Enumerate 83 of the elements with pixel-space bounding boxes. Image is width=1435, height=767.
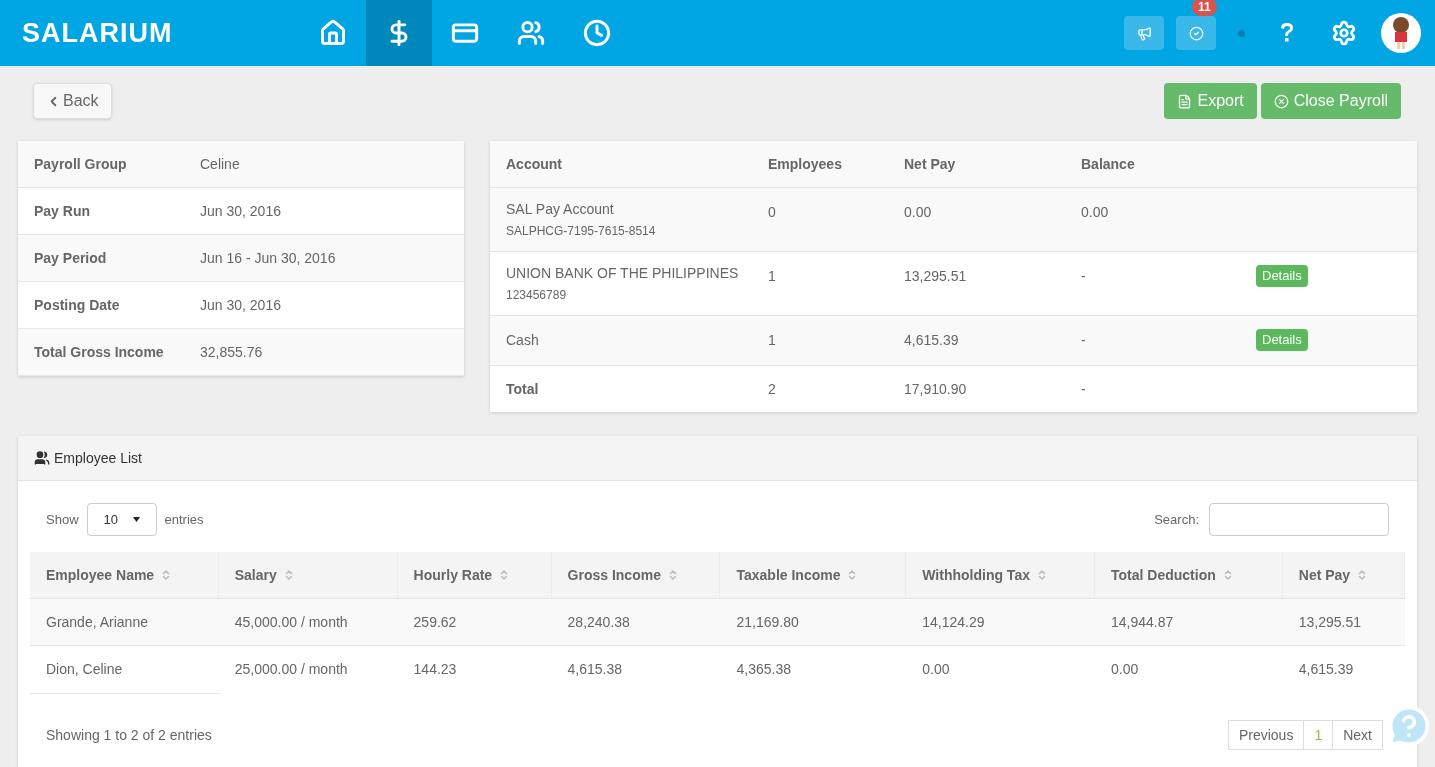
table-cell-text: 14,944.87 <box>1110 612 1175 632</box>
tasks-button[interactable] <box>1176 16 1216 50</box>
clock-icon <box>583 19 611 47</box>
column-header[interactable]: Salary <box>218 552 398 598</box>
pagination-button[interactable]: Previous <box>1228 721 1304 749</box>
summary-label: Total Gross Income <box>34 342 165 362</box>
summary-value: 32,855.76 <box>200 342 263 362</box>
entries-info: Showing 1 to 2 of 2 entries <box>46 725 212 745</box>
logo[interactable]: SALARIUM <box>22 12 173 54</box>
account-name: Cash <box>506 331 540 350</box>
table-cell-text: 1 <box>767 331 777 350</box>
summary-label: Posting Date <box>34 295 121 315</box>
table-cell-text: - <box>1080 379 1087 399</box>
table-cell-text: 17,910.90 <box>903 379 968 399</box>
column-header[interactable]: Taxable Income <box>720 552 907 598</box>
nav-tab[interactable] <box>366 0 432 66</box>
table-cell-text: Dion, Celine <box>45 660 124 679</box>
table-cell-text: 4,615.39 <box>903 331 960 350</box>
gears-icon <box>1331 20 1357 46</box>
table-cell-text: 2 <box>767 379 777 399</box>
column-header: Balance <box>1080 154 1136 174</box>
pagination-button[interactable]: Next <box>1332 721 1382 749</box>
table-cell-text: 0.00 <box>903 203 933 222</box>
show-label: Show <box>46 510 79 529</box>
table-cell-text: 144.23 <box>412 660 458 679</box>
summary-label: Pay Period <box>34 248 108 268</box>
file-icon <box>1177 93 1193 109</box>
entries-label: entries <box>164 510 204 529</box>
users-icon <box>517 19 545 47</box>
dropdown-caret-icon <box>132 517 140 522</box>
table-cell-text: 28,240.38 <box>566 612 631 632</box>
column-header[interactable]: Withholding Tax <box>906 552 1095 598</box>
table-cell-text: 0.00 <box>1110 660 1140 679</box>
table-cell-text: 21,169.80 <box>735 612 800 632</box>
close-circle-icon <box>1273 93 1289 109</box>
account-name: UNION BANK OF THE PHILIPPINES <box>506 264 740 283</box>
check-circle-icon <box>1188 25 1204 41</box>
search-label: Search: <box>1154 510 1199 529</box>
table-cell-text: 13,295.51 <box>903 267 968 286</box>
column-header: Net Pay <box>903 154 957 174</box>
summary-value: Jun 30, 2016 <box>200 295 281 315</box>
table-cell-text: 25,000.00 / month <box>233 660 349 679</box>
table-cell-text: 1 <box>767 267 777 286</box>
table-cell-text: - <box>1080 267 1087 286</box>
announcements-button[interactable] <box>1124 16 1164 50</box>
table-cell-text: 14,124.29 <box>921 612 986 632</box>
account-name: SAL Pay Account <box>506 200 615 219</box>
column-header: Account <box>505 154 563 174</box>
column-header[interactable]: Total Deduction <box>1095 552 1283 598</box>
user-avatar[interactable] <box>1381 13 1421 53</box>
summary-label: Pay Run <box>34 201 91 221</box>
back-button[interactable]: Back <box>33 83 112 119</box>
table-cell-text: 4,615.38 <box>566 660 624 679</box>
home-icon <box>319 19 347 47</box>
table-cell-text: 13,295.51 <box>1297 612 1363 632</box>
panel-title: Employee List <box>54 448 142 468</box>
search-field[interactable] <box>1209 503 1389 536</box>
column-header[interactable]: Gross Income <box>551 552 721 598</box>
summary-value: Celine <box>200 154 240 174</box>
notification-badge: 11 <box>1192 0 1217 16</box>
summary-value: Jun 16 - Jun 30, 2016 <box>200 248 336 268</box>
column-header[interactable]: Employee Name <box>30 552 219 598</box>
megaphone-icon <box>1136 25 1152 41</box>
table-cell-text: 45,000.00 / month <box>233 612 349 632</box>
account-number: 123456789 <box>506 287 568 304</box>
table-cell-text: 0 <box>767 203 777 222</box>
table-cell-text: 4,365.38 <box>735 660 792 679</box>
users-icon <box>34 450 50 466</box>
table-cell-text: 0.00 <box>921 660 951 679</box>
column-header[interactable]: Hourly Rate <box>397 552 552 598</box>
summary-value: Jun 30, 2016 <box>200 201 281 221</box>
summary-label: Payroll Group <box>34 154 128 174</box>
account-number: SALPHCG-7195-7615-8514 <box>506 223 657 240</box>
table-cell-text: - <box>1080 331 1087 350</box>
page-size-select[interactable]: 10 <box>86 503 157 536</box>
column-header: Employees <box>767 154 843 174</box>
table-cell-text: 259.62 <box>412 612 458 632</box>
table-cell-text: Grande, Arianne <box>45 612 149 632</box>
total-label: Total <box>505 379 540 399</box>
help-icon <box>1279 22 1295 44</box>
table-cell-text: 0.00 <box>1080 203 1110 222</box>
table-cell-text: 4,615.39 <box>1297 660 1355 679</box>
column-header[interactable]: Net Pay <box>1282 552 1405 598</box>
